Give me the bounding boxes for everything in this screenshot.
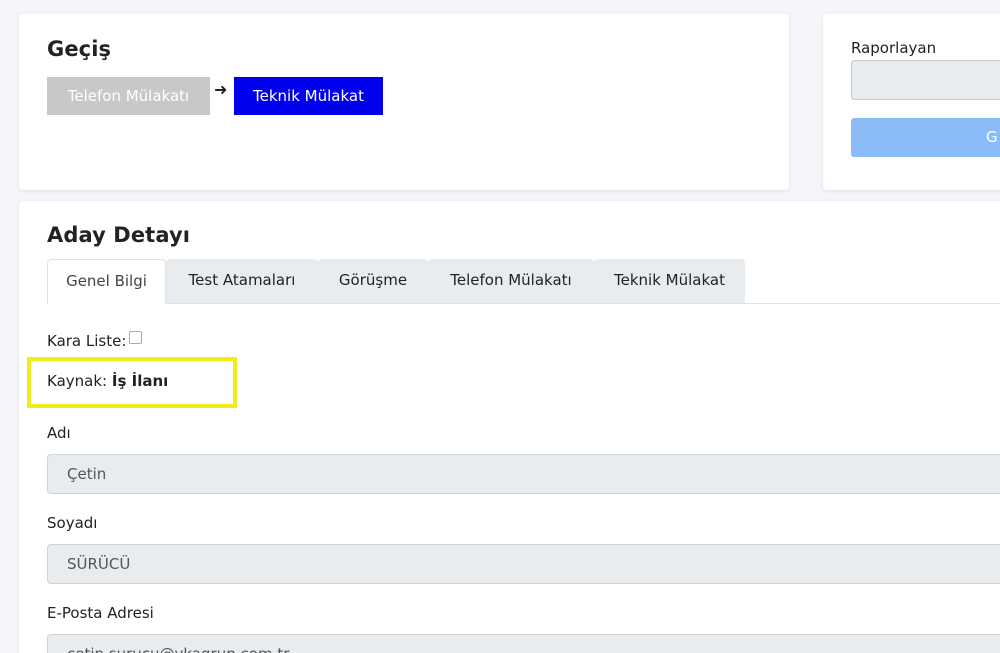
tab-phone-interview[interactable]: Telefon Mülakatı [428, 259, 594, 303]
candidate-tabs: Genel Bilgi Test Atamaları Görüşme Telef… [47, 259, 1000, 304]
tab-general-info[interactable]: Genel Bilgi [47, 259, 166, 304]
tab-test-assignments[interactable]: Test Atamaları [166, 259, 318, 303]
source-label: Kaynak: [47, 372, 108, 390]
arrow-right-icon: ➜ [214, 80, 228, 99]
blacklist-row: Kara Liste: [47, 331, 143, 350]
candidate-detail-title: Aday Detayı [47, 223, 191, 247]
transition-card: Geçiş Telefon Mülakatı ➜ Teknik Mülakat [19, 14, 789, 190]
reporter-label: Raporlayan [851, 39, 937, 57]
last-name-field[interactable]: SÜRÜCÜ [47, 544, 1000, 584]
stage-phone-interview-button[interactable]: Telefon Mülakatı [47, 77, 210, 115]
candidate-detail-card: Aday Detayı Genel Bilgi Test Atamaları G… [19, 201, 1000, 653]
report-card: Raporlayan G [823, 14, 1000, 190]
blacklist-checkbox[interactable] [129, 331, 143, 344]
reporter-input[interactable] [851, 60, 1000, 100]
email-field[interactable]: cetin.surucu@ykagrup.com.tr [47, 634, 1000, 653]
transition-title: Geçiş [47, 37, 112, 61]
source-row: Kaynak: İş İlanı [47, 372, 168, 390]
last-name-label: Soyadı [47, 514, 98, 532]
tab-meeting[interactable]: Görüşme [318, 259, 428, 303]
report-submit-button[interactable]: G [851, 118, 1000, 157]
first-name-label: Adı [47, 424, 71, 442]
stage-technical-interview-button[interactable]: Teknik Mülakat [234, 77, 383, 115]
email-label: E-Posta Adresi [47, 604, 154, 622]
source-value: İş İlanı [111, 372, 169, 390]
first-name-field[interactable]: Çetin [47, 454, 1000, 494]
tab-technical-interview[interactable]: Teknik Mülakat [594, 259, 745, 303]
blacklist-label: Kara Liste: [47, 332, 127, 350]
